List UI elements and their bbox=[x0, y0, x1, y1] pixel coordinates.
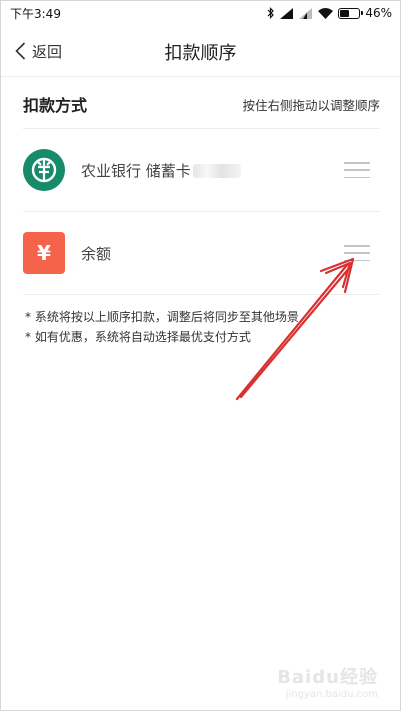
drag-handle-icon[interactable] bbox=[344, 243, 370, 263]
note-line: * 系统将按以上顺序扣款，调整后将同步至其他场景 bbox=[25, 310, 299, 324]
wifi-icon bbox=[318, 7, 334, 19]
yuan-icon: ¥ bbox=[23, 232, 65, 274]
battery-fill bbox=[340, 9, 349, 17]
status-icons: 46% bbox=[267, 6, 392, 20]
battery-icon bbox=[338, 7, 364, 19]
payment-method-row-abc[interactable]: 农业银行 储蓄卡 bbox=[23, 129, 380, 211]
status-time: 下午3:49 bbox=[10, 6, 61, 21]
watermark-logo: Baidu经验 jingyan.baidu.com bbox=[277, 667, 378, 700]
payment-method-label: 农业银行 储蓄卡 bbox=[81, 160, 241, 181]
nav-bar: 返回 扣款顺序 bbox=[1, 25, 400, 77]
status-bar: 下午3:49 46% bbox=[1, 1, 400, 25]
section-header: 扣款方式 按住右侧拖动以调整顺序 bbox=[23, 89, 380, 119]
back-button[interactable]: 返回 bbox=[15, 37, 62, 65]
notes: * 系统将按以上顺序扣款，调整后将同步至其他场景 * 如有优惠，系统将自动选择最… bbox=[25, 307, 299, 347]
bluetooth-icon bbox=[267, 7, 275, 19]
drag-handle-icon[interactable] bbox=[344, 160, 370, 180]
chevron-left-icon bbox=[15, 42, 26, 60]
payment-method-row-balance[interactable]: ¥ 余额 bbox=[23, 212, 380, 294]
section-hint: 按住右侧拖动以调整顺序 bbox=[242, 97, 380, 113]
payment-method-label: 余额 bbox=[81, 244, 112, 263]
section-title: 扣款方式 bbox=[23, 96, 88, 115]
signal-icon-2 bbox=[299, 7, 313, 19]
note-line: * 如有优惠，系统将自动选择最优支付方式 bbox=[25, 330, 251, 344]
masked-card-number bbox=[192, 164, 241, 178]
back-label: 返回 bbox=[32, 42, 63, 61]
signal-icon bbox=[280, 7, 294, 19]
divider bbox=[23, 294, 380, 295]
battery-percent: 46% bbox=[365, 6, 392, 20]
abc-bank-logo-icon bbox=[23, 149, 65, 191]
